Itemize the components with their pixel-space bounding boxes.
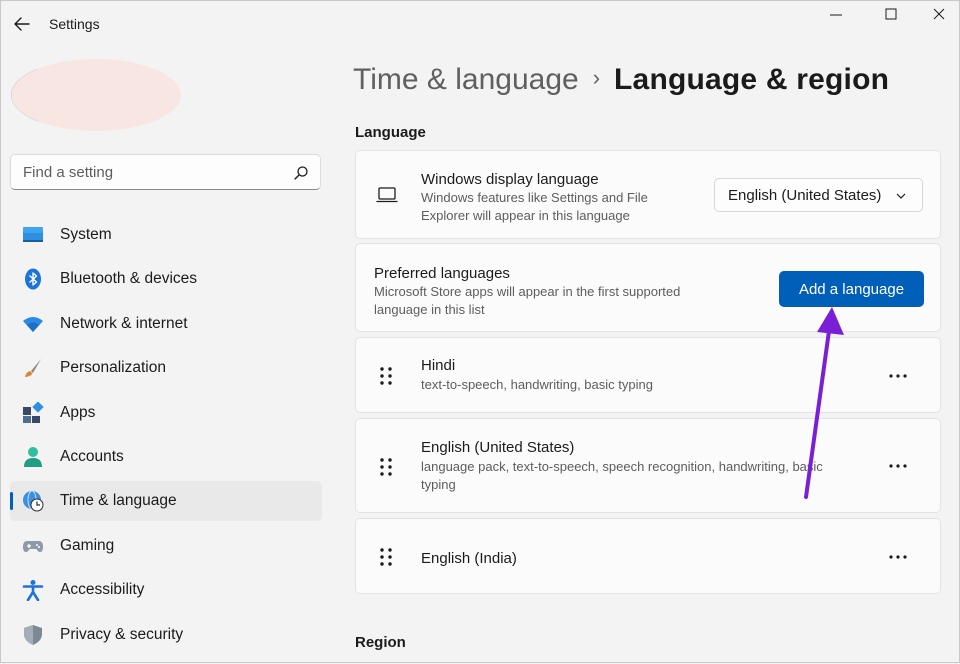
sidebar-item-personalization[interactable]: Personalization: [10, 348, 322, 388]
language-features: text-to-speech, handwriting, basic typin…: [421, 377, 653, 392]
account-icon: [24, 446, 42, 467]
wifi-icon: [23, 316, 43, 332]
region-section-header: Region: [355, 634, 406, 651]
more-options-icon[interactable]: [886, 366, 910, 386]
language-section-header: Language: [355, 124, 426, 141]
sidebar-item-time-language[interactable]: Time & language: [10, 481, 322, 522]
close-icon[interactable]: [919, 5, 959, 25]
sidebar-item-label: Gaming: [60, 536, 115, 554]
language-name: English (United States): [421, 439, 575, 456]
drag-handle-icon[interactable]: [378, 366, 394, 386]
sidebar-item-apps[interactable]: Apps: [10, 393, 322, 433]
laptop-icon: [376, 187, 398, 203]
monitor-icon: [23, 227, 43, 242]
sidebar-item-gaming[interactable]: Gaming: [10, 526, 322, 566]
gamepad-icon: [23, 540, 43, 552]
sidebar-item-label: Time & language: [60, 492, 177, 510]
back-arrow-icon[interactable]: [11, 13, 33, 35]
sidebar-item-label: System: [60, 226, 112, 243]
bluetooth-icon: [25, 268, 41, 290]
language-item-hindi[interactable]: Hindi text-to-speech, handwriting, basic…: [355, 337, 941, 413]
breadcrumb-parent[interactable]: Time & language: [353, 63, 579, 96]
language-item-english-india[interactable]: English (India): [355, 518, 941, 594]
sidebar-item-accounts[interactable]: Accounts: [10, 437, 322, 477]
display-language-description: Windows features like Settings and File …: [421, 190, 648, 223]
display-language-dropdown[interactable]: English (United States): [714, 178, 923, 212]
more-options-icon[interactable]: [886, 456, 910, 476]
sidebar-item-label: Personalization: [60, 359, 166, 377]
sidebar-item-label: Accounts: [60, 447, 124, 465]
language-features: language pack, text-to-speech, speech re…: [421, 459, 823, 492]
sidebar-item-label: Accessibility: [60, 581, 145, 599]
preferred-languages-title: Preferred languages: [374, 265, 510, 282]
accessibility-icon: [22, 580, 44, 602]
sidebar-item-privacy[interactable]: Privacy & security: [10, 615, 322, 655]
avatar[interactable]: [11, 59, 181, 131]
more-options-icon[interactable]: [886, 547, 910, 567]
preferred-languages-description: Microsoft Store apps will appear in the …: [374, 284, 681, 317]
language-name: Hindi: [421, 357, 456, 374]
search-box[interactable]: [10, 154, 321, 190]
sidebar-item-label: Apps: [60, 403, 96, 421]
sidebar-item-label: Bluetooth & devices: [60, 270, 198, 288]
breadcrumb: Time & language › Language & region: [353, 63, 889, 97]
display-language-value: English (United States): [728, 187, 882, 204]
sidebar-nav: System Bluetooth & devices Network & int…: [10, 215, 322, 659]
language-name: English (India): [421, 550, 517, 567]
sidebar-item-label: Network & internet: [60, 314, 188, 332]
language-item-english-us[interactable]: English (United States) language pack, t…: [355, 418, 941, 513]
minimize-icon[interactable]: [816, 5, 856, 25]
breadcrumb-separator: ›: [592, 65, 601, 90]
globe-clock-icon: [23, 490, 44, 512]
apps-icon: [23, 401, 44, 423]
sidebar-item-network[interactable]: Network & internet: [10, 304, 322, 344]
sidebar-item-accessibility[interactable]: Accessibility: [10, 570, 322, 610]
display-language-card: Windows display language Windows feature…: [355, 150, 941, 239]
title-bar: Settings: [1, 1, 959, 47]
maximize-icon[interactable]: [871, 5, 911, 25]
app-title: Settings: [49, 16, 100, 32]
drag-handle-icon[interactable]: [378, 457, 394, 477]
sidebar-item-bluetooth[interactable]: Bluetooth & devices: [10, 259, 322, 299]
brush-icon: [25, 359, 41, 378]
drag-handle-icon[interactable]: [378, 547, 394, 567]
display-language-title: Windows display language: [421, 171, 599, 188]
page-title: Language & region: [614, 63, 890, 96]
shield-icon: [24, 624, 42, 645]
sidebar-item-system[interactable]: System: [10, 215, 322, 255]
search-icon[interactable]: [293, 165, 309, 181]
add-language-button[interactable]: Add a language: [779, 271, 924, 307]
chevron-down-icon: [896, 193, 906, 199]
search-input[interactable]: [23, 161, 283, 183]
sidebar-item-label: Privacy & security: [60, 625, 184, 643]
preferred-languages-card: Preferred languages Microsoft Store apps…: [355, 243, 941, 332]
